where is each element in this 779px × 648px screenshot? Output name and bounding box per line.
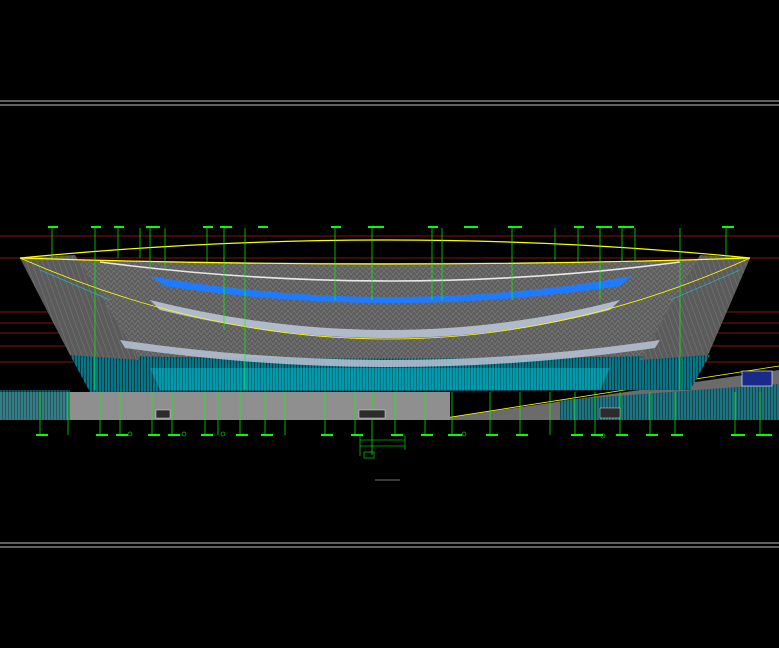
dimension-bracket (359, 436, 406, 459)
bottom-leader-tags (36, 434, 772, 436)
leader-bubbles (127, 431, 606, 439)
podium-glazing-2 (150, 368, 610, 390)
cad-elevation-drawing (0, 100, 779, 548)
left-stair (0, 390, 70, 420)
top-leader-tags (48, 226, 734, 228)
